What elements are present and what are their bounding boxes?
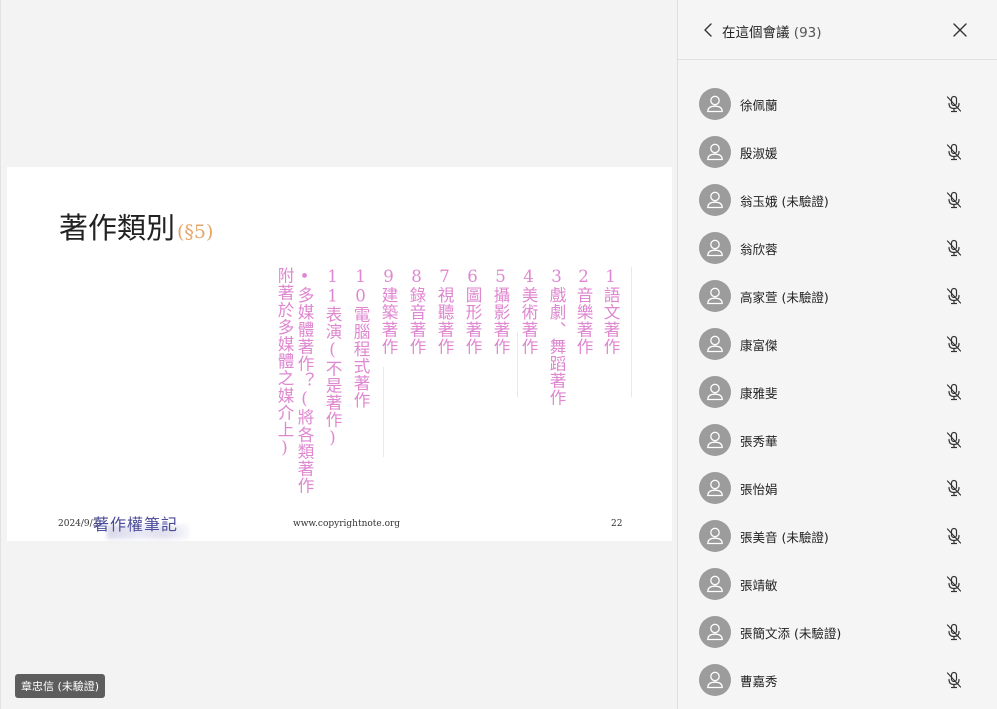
column-divider (383, 367, 384, 457)
column-divider (631, 267, 632, 397)
mic-off-icon[interactable] (944, 574, 964, 594)
slide-logo: 著作權筆記 (93, 511, 195, 539)
person-icon (699, 472, 731, 504)
panel-title-text: 在這個會議 (722, 25, 790, 41)
participant-row[interactable]: 殷淑媛 (678, 128, 997, 176)
participants-panel: 在這個會議 (93) 徐佩蘭 殷淑媛 翁玉娥 (未驗證) 翁欣蓉 高家萱 (未驗… (677, 0, 997, 709)
mic-off-icon[interactable] (944, 526, 964, 546)
slide-column: 5攝影著作 (491, 267, 510, 355)
slide-title-section: (§5) (177, 221, 214, 243)
participant-row[interactable]: 高家萱 (未驗證) (678, 272, 997, 320)
mic-off-icon[interactable] (944, 190, 964, 210)
slide-column: 附著於多媒體之媒介上) (275, 267, 294, 458)
participant-row[interactable]: 張簡文添 (未驗證) (678, 608, 997, 656)
participant-name: 張靖敏 (740, 578, 778, 593)
participant-row[interactable]: 康雅斐 (678, 368, 997, 416)
slide-column: 3戲劇、舞蹈著作 (547, 267, 566, 407)
participant-row[interactable]: 康富傑 (678, 320, 997, 368)
participant-name: 翁玉娥 (未驗證) (740, 194, 829, 209)
participant-name: 張怡娟 (740, 482, 778, 497)
person-icon (699, 664, 731, 696)
participant-row[interactable]: 張秀華 (678, 416, 997, 464)
participant-name: 康富傑 (740, 338, 778, 353)
slide-column: 9建築著作 (379, 267, 398, 355)
participant-count: (93) (793, 25, 822, 41)
slide-column: 4美術著作 (519, 267, 538, 355)
mic-off-icon[interactable] (944, 334, 964, 354)
participant-row[interactable]: 翁玉娥 (未驗證) (678, 176, 997, 224)
slide-column: •多媒體著作？(將各類著作 (295, 267, 314, 495)
slide-logo-text: 著作權筆記 (93, 515, 179, 534)
shared-slide: 著作類別 (§5) 1語文著作 2音樂著作 3戲劇、舞蹈著作 4美術著作 5攝影著… (7, 167, 672, 541)
participant-row[interactable]: 張怡娟 (678, 464, 997, 512)
person-icon (699, 424, 731, 456)
mic-off-icon[interactable] (944, 286, 964, 306)
mic-off-icon[interactable] (944, 94, 964, 114)
participant-name: 張美音 (未驗證) (740, 530, 829, 545)
presenter-name-tag: 章忠信 (未驗證) (15, 674, 106, 698)
person-icon (699, 88, 731, 120)
person-icon (699, 376, 731, 408)
person-icon (699, 520, 731, 552)
meeting-stage: 著作類別 (§5) 1語文著作 2音樂著作 3戲劇、舞蹈著作 4美術著作 5攝影著… (0, 0, 678, 709)
slide-column: 10電腦程式著作 (351, 267, 370, 409)
column-divider (517, 332, 518, 397)
person-icon (699, 568, 731, 600)
slide-column: 8錄音著作 (407, 267, 426, 355)
person-icon (699, 280, 731, 312)
slide-title-text: 著作類別 (59, 211, 176, 245)
person-icon (699, 616, 731, 648)
close-icon[interactable] (950, 20, 970, 40)
participant-name: 康雅斐 (740, 386, 778, 401)
mic-off-icon[interactable] (944, 142, 964, 162)
slide-column: 1語文著作 (601, 267, 620, 355)
mic-off-icon[interactable] (944, 622, 964, 642)
slide-page-number: 22 (611, 519, 623, 529)
slide-column: 2音樂著作 (574, 267, 593, 355)
participant-row[interactable]: 曹嘉秀 (678, 656, 997, 704)
participant-name: 翁欣蓉 (740, 242, 778, 257)
participant-name: 高家萱 (未驗證) (740, 290, 829, 305)
mic-off-icon[interactable] (944, 478, 964, 498)
slide-column: 11表演(不是著作) (323, 267, 342, 448)
mic-off-icon[interactable] (944, 382, 964, 402)
mic-off-icon[interactable] (944, 430, 964, 450)
slide-column: 7視聽著作 (435, 267, 454, 355)
person-icon (699, 328, 731, 360)
participant-row[interactable]: 張美音 (未驗證) (678, 512, 997, 560)
panel-title: 在這個會議 (93) (722, 21, 822, 41)
participant-name: 張簡文添 (未驗證) (740, 626, 842, 641)
mic-off-icon[interactable] (944, 238, 964, 258)
slide-title: 著作類別 (§5) (59, 205, 213, 247)
person-icon (699, 184, 731, 216)
participant-list: 徐佩蘭 殷淑媛 翁玉娥 (未驗證) 翁欣蓉 高家萱 (未驗證) 康富傑 康雅斐 … (678, 80, 997, 704)
participant-row[interactable]: 翁欣蓉 (678, 224, 997, 272)
participant-row[interactable]: 張靖敏 (678, 560, 997, 608)
participant-name: 殷淑媛 (740, 146, 778, 161)
slide-footer-url: www.copyrightnote.org (293, 519, 401, 529)
mic-off-icon[interactable] (944, 670, 964, 690)
chevron-left-icon[interactable] (700, 20, 718, 40)
person-icon (699, 232, 731, 264)
person-icon (699, 136, 731, 168)
slide-column: 6圖形著作 (463, 267, 482, 355)
participant-name: 曹嘉秀 (740, 674, 778, 689)
participant-row[interactable]: 徐佩蘭 (678, 80, 997, 128)
participant-name: 張秀華 (740, 434, 778, 449)
participant-name: 徐佩蘭 (740, 98, 778, 113)
panel-header: 在這個會議 (93) (678, 0, 997, 60)
